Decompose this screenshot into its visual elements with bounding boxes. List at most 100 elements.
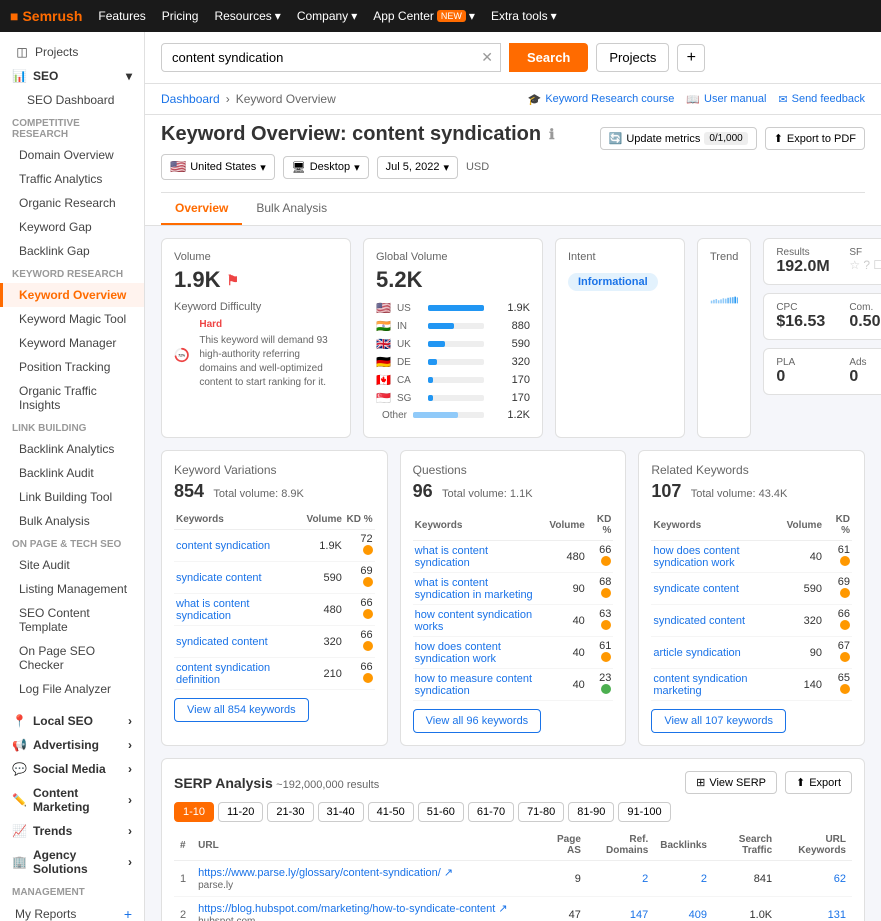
rk-col-volume: Volume <box>785 510 824 541</box>
page-btn-1-10[interactable]: 1-10 <box>174 802 214 822</box>
sidebar-item-domain-overview[interactable]: Domain Overview <box>0 143 144 167</box>
sidebar-group-social-media[interactable]: 💬 Social Media › <box>0 757 144 781</box>
sg-flag: 🇸🇬 <box>376 391 391 405</box>
nav-extra-tools[interactable]: Extra tools ▾ <box>491 9 557 23</box>
link-building-label: LINK BUILDING <box>0 417 144 437</box>
sidebar-group-local-seo[interactable]: 📍 Local SEO › <box>0 709 144 733</box>
tab-overview[interactable]: Overview <box>161 193 242 225</box>
rk-view-all-button[interactable]: View all 107 keywords <box>651 709 786 733</box>
rk-count: 107 <box>651 481 681 501</box>
serp-col-backlinks: Backlinks <box>654 830 713 861</box>
view-serp-button[interactable]: ⊞ View SERP <box>685 771 777 794</box>
sidebar-item-traffic-analytics[interactable]: Traffic Analytics <box>0 167 144 191</box>
kv-col-volume: Volume <box>305 510 344 530</box>
keyword-variations-card: Keyword Variations 854 Total volume: 8.9… <box>161 450 388 746</box>
sidebar-item-link-building-tool[interactable]: Link Building Tool <box>0 485 144 509</box>
user-manual-link[interactable]: 📖 User manual <box>686 93 766 106</box>
update-metrics-button[interactable]: 🔄 Update metrics 0/1,000 <box>600 127 757 150</box>
page-btn-31-40[interactable]: 31-40 <box>318 802 364 822</box>
sidebar-item-my-reports[interactable]: My Reports + <box>0 901 144 921</box>
breadcrumb-dashboard[interactable]: Dashboard <box>161 92 220 106</box>
add-report-icon[interactable]: + <box>124 906 132 921</box>
sidebar-item-organic-traffic[interactable]: Organic Traffic Insights <box>0 379 144 417</box>
sidebar-group-advertising[interactable]: 📢 Advertising › <box>0 733 144 757</box>
kd-dot-icon <box>601 684 611 694</box>
volume-card: Volume 1.9K ⚑ Keyword Difficulty 72% <box>161 238 351 438</box>
currency-label: USD <box>466 161 489 173</box>
info-icon[interactable]: ℹ <box>549 126 554 143</box>
country-filter[interactable]: 🇺🇸 United States ▾ <box>161 154 275 180</box>
sidebar-group-agency[interactable]: 🏢 Agency Solutions › <box>0 843 144 881</box>
page-btn-81-90[interactable]: 81-90 <box>568 802 614 822</box>
q-volume: 40 <box>547 605 586 637</box>
q-keyword: how to measure content syndication <box>413 669 548 701</box>
sidebar-group-content-marketing[interactable]: ✏️ Content Marketing › <box>0 781 144 819</box>
sidebar-item-backlink-audit[interactable]: Backlink Audit <box>0 461 144 485</box>
page-btn-11-20[interactable]: 11-20 <box>218 802 263 822</box>
table-row: how does content syndication work 40 61 <box>413 637 614 669</box>
tab-bulk-analysis[interactable]: Bulk Analysis <box>242 193 341 225</box>
de-flag: 🇩🇪 <box>376 355 391 369</box>
serp-title: SERP Analysis <box>174 775 273 791</box>
sidebar-item-seo-dashboard[interactable]: SEO Dashboard <box>0 88 144 112</box>
sidebar-group-trends[interactable]: 📈 Trends › <box>0 819 144 843</box>
nav-app-center[interactable]: App Center NEW ▾ <box>373 9 475 23</box>
sidebar-item-site-audit[interactable]: Site Audit <box>0 553 144 577</box>
keyword-research-course-link[interactable]: 🎓 Keyword Research course <box>528 93 675 106</box>
page-btn-41-50[interactable]: 41-50 <box>368 802 414 822</box>
sidebar-item-keyword-gap[interactable]: Keyword Gap <box>0 215 144 239</box>
kd-dot-icon <box>840 652 850 662</box>
page-btn-61-70[interactable]: 61-70 <box>468 802 514 822</box>
sidebar-group-seo[interactable]: 📊 SEO ▾ <box>0 64 144 88</box>
kv-col-kd: KD % <box>344 510 375 530</box>
rk-keyword: syndicated content <box>651 605 784 637</box>
date-filter[interactable]: Jul 5, 2022 ▾ <box>377 156 458 179</box>
page-btn-21-30[interactable]: 21-30 <box>267 802 313 822</box>
add-project-button[interactable]: + <box>677 44 705 72</box>
serp-export-button[interactable]: ⬆ Export <box>785 771 852 794</box>
date-dropdown-icon: ▾ <box>443 161 449 174</box>
q-count: 96 <box>413 481 433 501</box>
rk-kd: 61 <box>824 541 852 573</box>
sidebar-item-bulk-analysis[interactable]: Bulk Analysis <box>0 509 144 533</box>
sf-label: SF <box>849 247 881 258</box>
export-pdf-button[interactable]: ⬆ Export to PDF <box>765 127 865 150</box>
kv-volume: 1.9K <box>305 530 344 562</box>
projects-button[interactable]: Projects <box>596 43 669 72</box>
device-filter[interactable]: 🖥 Desktop ▾ <box>283 156 369 179</box>
sidebar-item-listing-mgmt[interactable]: Listing Management <box>0 577 144 601</box>
sidebar-item-backlink-analytics[interactable]: Backlink Analytics <box>0 437 144 461</box>
breadcrumb-bar: Dashboard › Keyword Overview 🎓 Keyword R… <box>145 84 881 115</box>
sidebar-item-projects[interactable]: ◫ Projects <box>0 40 144 64</box>
semrush-logo[interactable]: ■ Semrush <box>10 8 82 24</box>
sidebar-item-position-tracking[interactable]: Position Tracking <box>0 355 144 379</box>
q-view-all-button[interactable]: View all 96 keywords <box>413 709 542 733</box>
sidebar-item-organic-research[interactable]: Organic Research <box>0 191 144 215</box>
sidebar-item-log-file[interactable]: Log File Analyzer <box>0 677 144 701</box>
nav-features[interactable]: Features <box>98 9 145 23</box>
kv-kd: 66 <box>344 626 375 658</box>
sidebar-item-keyword-manager[interactable]: Keyword Manager <box>0 331 144 355</box>
page-btn-71-80[interactable]: 71-80 <box>518 802 564 822</box>
sidebar-item-on-page-checker[interactable]: On Page SEO Checker <box>0 639 144 677</box>
sidebar-item-keyword-magic[interactable]: Keyword Magic Tool <box>0 307 144 331</box>
serp-col-page-as: Page AS <box>541 830 587 861</box>
sidebar-item-backlink-gap[interactable]: Backlink Gap <box>0 239 144 263</box>
table-row: how content syndication works 40 63 <box>413 605 614 637</box>
page-btn-51-60[interactable]: 51-60 <box>418 802 464 822</box>
rk-kd: 69 <box>824 573 852 605</box>
kd-dot-icon <box>840 684 850 694</box>
kv-view-all-button[interactable]: View all 854 keywords <box>174 698 309 722</box>
page-btn-91-100[interactable]: 91-100 <box>618 802 670 822</box>
sidebar-item-keyword-overview[interactable]: Keyword Overview <box>0 283 144 307</box>
nav-resources[interactable]: Resources ▾ <box>214 9 280 23</box>
pla-value: 0 <box>776 368 837 386</box>
search-clear-button[interactable]: ✕ <box>481 49 493 66</box>
nav-company[interactable]: Company ▾ <box>297 9 357 23</box>
sidebar-item-seo-content[interactable]: SEO Content Template <box>0 601 144 639</box>
send-feedback-link[interactable]: ✉ Send feedback <box>778 93 865 106</box>
search-button[interactable]: Search <box>509 43 588 72</box>
rk-keyword: how does content syndication work <box>651 541 784 573</box>
search-input[interactable] <box>161 43 501 72</box>
nav-pricing[interactable]: Pricing <box>162 9 199 23</box>
